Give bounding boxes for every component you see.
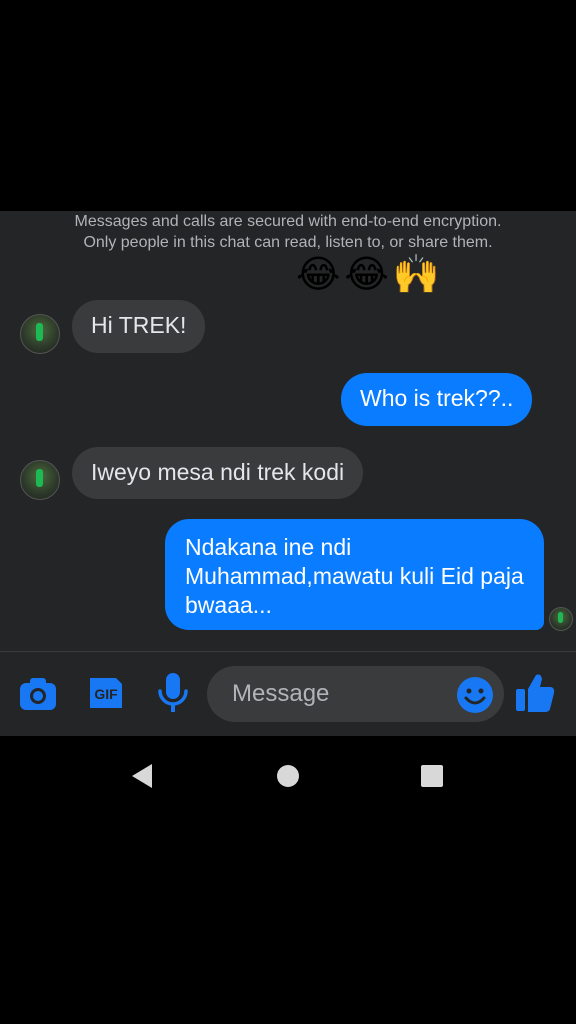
thumbs-up-icon[interactable] [514, 671, 556, 715]
back-icon[interactable] [130, 763, 154, 789]
contact-avatar[interactable] [20, 460, 60, 500]
recents-icon[interactable] [420, 764, 444, 788]
composer-divider [0, 651, 576, 652]
emoji-reaction: 😂 😂 🙌 [296, 249, 440, 299]
outgoing-message[interactable]: Ndakana ine ndi Muhammad,mawatu kuli Eid… [165, 519, 544, 630]
camera-icon[interactable] [18, 674, 58, 714]
read-receipt-avatar [549, 607, 573, 631]
emoji-icon[interactable] [456, 676, 494, 714]
home-icon[interactable] [276, 764, 300, 788]
microphone-icon[interactable] [155, 671, 191, 715]
raised-hands-emoji: 🙌 [392, 252, 441, 296]
gif-icon[interactable]: GIF [86, 672, 126, 712]
svg-text:GIF: GIF [94, 686, 118, 702]
incoming-message[interactable]: Iweyo mesa ndi trek kodi [72, 447, 364, 499]
contact-avatar[interactable] [20, 314, 60, 354]
laughing-emoji: 😂 [344, 252, 389, 296]
incoming-message[interactable]: Hi TREK! [72, 300, 206, 353]
system-navigation-bar [0, 736, 576, 816]
encryption-notice: Messages and calls are secured with end-… [74, 213, 502, 251]
outgoing-message[interactable]: Who is trek??.. [341, 373, 533, 426]
chat-screen: Messages and calls are secured with end-… [0, 211, 576, 736]
laughing-emoji: 😂 [296, 252, 341, 296]
